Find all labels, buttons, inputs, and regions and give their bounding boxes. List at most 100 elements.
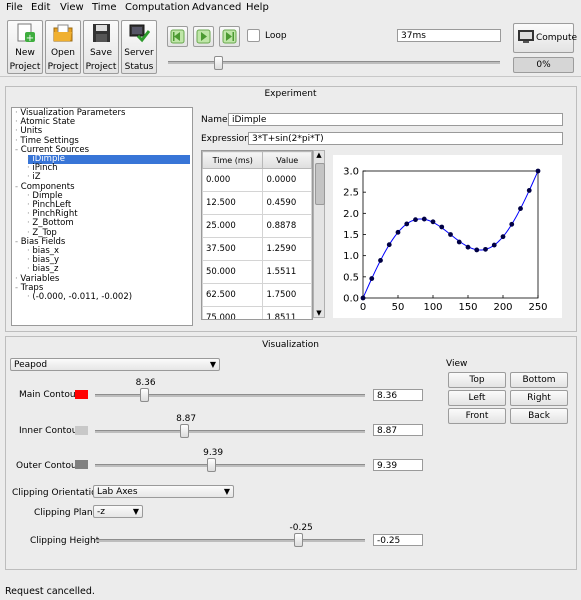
table-cell[interactable]: 0.8878 (262, 214, 312, 238)
clipping-orientation-dropdown[interactable]: Lab Axes ▼ (93, 485, 234, 498)
clipping-height-slider-value: -0.25 (289, 523, 313, 533)
data-point (500, 234, 506, 240)
clipping-height-slider-groove[interactable] (95, 539, 365, 542)
inner-contour-slider-groove[interactable] (95, 430, 365, 433)
clipping-plane-dropdown[interactable]: -z ▼ (93, 505, 143, 518)
open-project-button[interactable]: Open Project (45, 20, 81, 74)
menu-view[interactable]: View (60, 2, 84, 13)
floppy-disk-icon (90, 23, 112, 43)
view-back-button[interactable]: Back (510, 408, 568, 424)
time-slider-handle[interactable] (213, 56, 223, 70)
skip-forward-button[interactable] (219, 26, 240, 47)
outer-contour-color-swatch[interactable] (75, 460, 88, 469)
y-tick-label: 2.5 (343, 188, 359, 199)
save-project-button[interactable]: Save Project (83, 20, 119, 74)
view-left-button[interactable]: Left (448, 390, 506, 406)
table-row[interactable]: 75.000 1.8511 (202, 306, 312, 319)
table-header[interactable]: Time (ms) (202, 151, 264, 169)
time-input[interactable]: 37ms (397, 29, 501, 42)
scroll-down-arrow-icon[interactable]: ▼ (314, 309, 324, 317)
new-document-icon: + (14, 23, 36, 44)
main-contour-label: Main Contour (19, 390, 80, 400)
table-row[interactable]: 25.000 0.8878 (202, 214, 312, 238)
menu-edit[interactable]: Edit (31, 2, 50, 13)
compute-button[interactable]: Compute (513, 23, 577, 53)
view-right-button[interactable]: Right (510, 390, 568, 406)
y-tick-label: 2.0 (343, 209, 359, 220)
main-contour-input[interactable]: 8.36 (373, 389, 423, 401)
expression-input[interactable]: 3*T+sin(2*pi*T) (248, 132, 563, 145)
table-scrollbar-thumb[interactable] (315, 163, 325, 205)
table-cell[interactable]: 25.000 (202, 214, 264, 238)
table-cell[interactable]: 1.8511 (262, 306, 312, 319)
table-row[interactable]: 37.500 1.2590 (202, 237, 312, 261)
table-row[interactable]: 12.500 0.4590 (202, 191, 312, 215)
preset-dropdown[interactable]: Peapod ▼ (10, 358, 220, 371)
data-point (483, 246, 488, 252)
view-top-button[interactable]: Top (448, 372, 506, 388)
table-cell[interactable]: 75.000 (202, 306, 264, 319)
name-input[interactable]: iDimple (228, 113, 563, 126)
table-cell[interactable]: 0.0000 (262, 168, 312, 192)
y-tick-label: 0.0 (343, 294, 359, 305)
inner-contour-slider-handle[interactable] (180, 424, 190, 438)
clipping-height-input[interactable]: -0.25 (373, 534, 423, 546)
view-bottom-button[interactable]: Bottom (510, 372, 568, 388)
table-row[interactable]: 50.000 1.5511 (202, 260, 312, 284)
project-tree[interactable]: · Visualization Parameters · Atomic State… (11, 107, 193, 326)
clipping-orientation-label: Clipping Orientation (12, 488, 103, 498)
new-project-button[interactable]: + New Project (7, 20, 43, 74)
table-cell[interactable]: 62.500 (202, 283, 264, 307)
data-point (421, 216, 427, 222)
main-contour-color-swatch[interactable] (75, 390, 88, 399)
table-row[interactable]: 0.000 0.0000 (202, 168, 312, 192)
table-cell[interactable]: 1.2590 (262, 237, 312, 261)
data-point (535, 168, 541, 174)
data-point (465, 244, 471, 250)
menu-help[interactable]: Help (246, 2, 269, 13)
rewind-button[interactable] (167, 26, 188, 47)
menu-file[interactable]: File (6, 2, 23, 13)
server-status-button[interactable]: Server Status (121, 20, 157, 74)
outer-contour-input[interactable]: 9.39 (373, 459, 423, 471)
table-cell[interactable]: 0.4590 (262, 191, 312, 215)
data-point (369, 276, 375, 281)
view-front-button[interactable]: Front (448, 408, 506, 424)
play-icon (196, 29, 211, 44)
main-contour-slider-handle[interactable] (139, 388, 149, 402)
server-check-icon (128, 23, 151, 43)
chevron-down-icon: ▼ (223, 487, 230, 496)
clipping-height-label: Clipping Height (30, 536, 100, 546)
menu-time[interactable]: Time (92, 2, 116, 13)
menu-advanced[interactable]: Advanced (192, 2, 241, 13)
table-cell[interactable]: 1.5511 (262, 260, 312, 284)
data-point (474, 247, 480, 253)
table-scrollbar[interactable]: ▲ ▼ (313, 150, 325, 318)
table-row[interactable]: 62.500 1.7500 (202, 283, 312, 307)
tree-item[interactable]: · (-0.000, -0.011, -0.002) (27, 293, 132, 302)
table-cell[interactable]: 37.500 (202, 237, 264, 261)
data-point (456, 239, 462, 245)
table-cell[interactable]: 12.500 (202, 191, 264, 215)
new-project-label-2: Project (9, 62, 41, 72)
outer-contour-label: Outer Contour (16, 461, 81, 471)
table-cell[interactable]: 1.7500 (262, 283, 312, 307)
play-button[interactable] (193, 26, 214, 47)
main-contour-slider-groove[interactable] (95, 394, 365, 397)
clipping-height-slider-handle[interactable] (293, 533, 303, 547)
menu-computation[interactable]: Computation (125, 2, 190, 13)
outer-contour-slider-handle[interactable] (207, 458, 217, 472)
plot-svg: 0 50 100 150 200 250 0.0 0.5 1.0 1.5 2.0 2.5 3.0 (343, 167, 547, 314)
scroll-up-arrow-icon[interactable]: ▲ (314, 151, 324, 159)
loop-checkbox[interactable] (247, 29, 260, 42)
table-cell[interactable]: 0.000 (202, 168, 264, 192)
outer-contour-slider-groove[interactable] (95, 464, 365, 467)
data-point (448, 232, 453, 237)
inner-contour-color-swatch[interactable] (75, 426, 88, 435)
main-contour-slider-value: 8.36 (135, 378, 156, 388)
y-tick-label: 1.0 (343, 251, 359, 262)
table-header[interactable]: Value (262, 151, 312, 169)
time-value-table[interactable]: Time (ms) Value 0.000 0.0000 12.500 0.4590 25.… (201, 150, 313, 320)
table-cell[interactable]: 50.000 (202, 260, 264, 284)
inner-contour-input[interactable]: 8.87 (373, 424, 423, 436)
